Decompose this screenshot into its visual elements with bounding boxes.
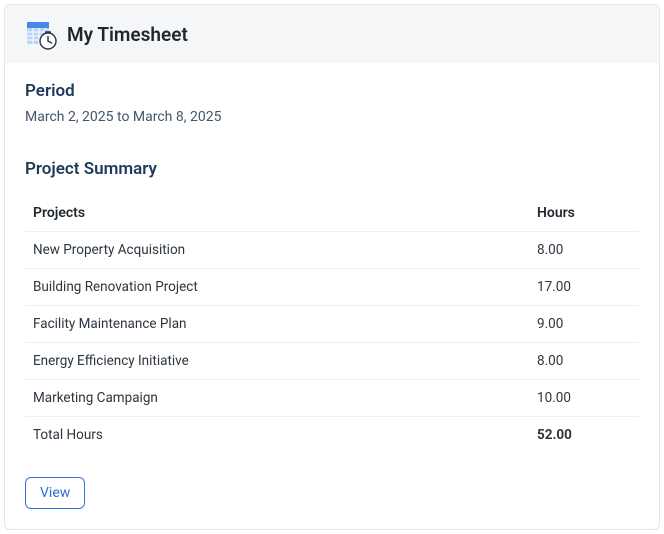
cell-project: Energy Efficiency Initiative <box>25 343 529 380</box>
cell-hours: 8.00 <box>529 232 639 269</box>
cell-hours: 17.00 <box>529 269 639 306</box>
table-row: Facility Maintenance Plan 9.00 <box>25 306 639 343</box>
total-hours: 52.00 <box>529 417 639 454</box>
period-text: March 2, 2025 to March 8, 2025 <box>25 109 639 125</box>
total-label: Total Hours <box>25 417 529 454</box>
table-row: New Property Acquisition 8.00 <box>25 232 639 269</box>
card-body: Period March 2, 2025 to March 8, 2025 Pr… <box>5 63 659 529</box>
cell-project: Building Renovation Project <box>25 269 529 306</box>
col-projects: Projects <box>25 195 529 232</box>
card-title: My Timesheet <box>67 23 188 46</box>
cell-project: Facility Maintenance Plan <box>25 306 529 343</box>
table-row: Building Renovation Project 17.00 <box>25 269 639 306</box>
cell-hours: 9.00 <box>529 306 639 343</box>
card-header: My Timesheet <box>5 5 659 63</box>
cell-project: New Property Acquisition <box>25 232 529 269</box>
total-row: Total Hours 52.00 <box>25 417 639 454</box>
timesheet-icon <box>25 18 57 50</box>
table-row: Energy Efficiency Initiative 8.00 <box>25 343 639 380</box>
table-row: Marketing Campaign 10.00 <box>25 380 639 417</box>
summary-table: Projects Hours New Property Acquisition … <box>25 195 639 453</box>
col-hours: Hours <box>529 195 639 232</box>
view-button[interactable]: View <box>25 477 85 509</box>
cell-project: Marketing Campaign <box>25 380 529 417</box>
summary-title: Project Summary <box>25 159 639 179</box>
period-label: Period <box>25 81 639 101</box>
cell-hours: 8.00 <box>529 343 639 380</box>
timesheet-card: My Timesheet Period March 2, 2025 to Mar… <box>4 4 660 530</box>
cell-hours: 10.00 <box>529 380 639 417</box>
